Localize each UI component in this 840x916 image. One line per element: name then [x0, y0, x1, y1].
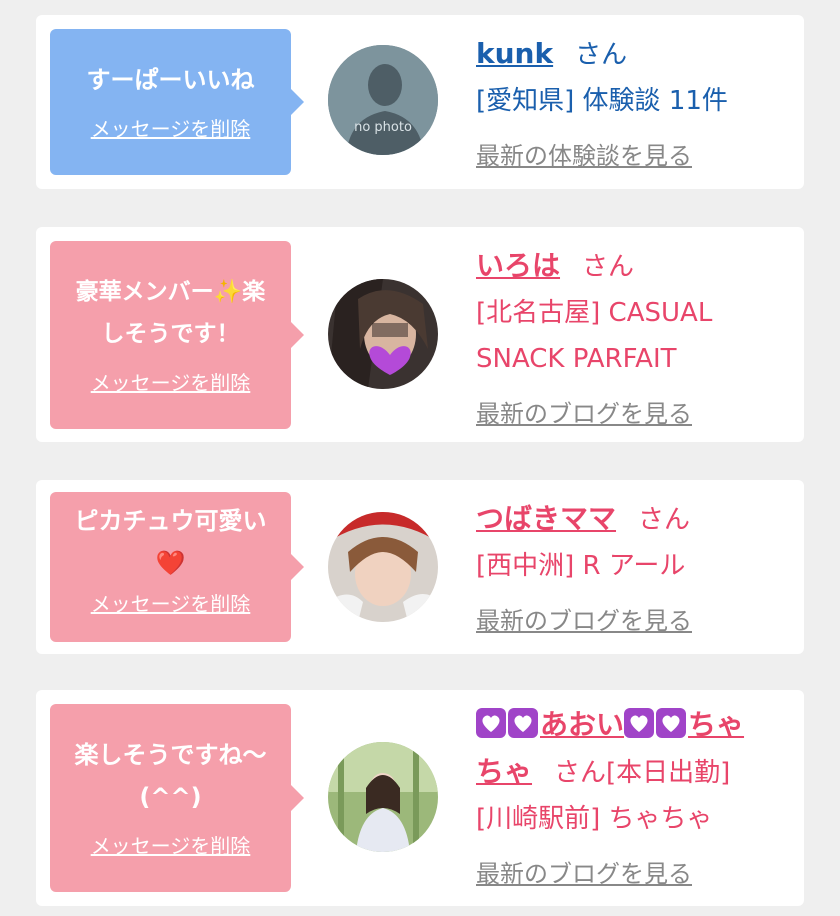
- latest-review-link[interactable]: 最新の体験談を見る: [476, 136, 692, 171]
- user-detail-line-1: [北名古屋] CASUAL: [476, 298, 713, 328]
- honorific: さん: [554, 758, 607, 788]
- message-bubble: すーぱーいいね メッセージを削除: [50, 29, 304, 175]
- latest-blog-link[interactable]: 最新のブログを見る: [476, 601, 692, 636]
- user-name-part-1: あおい: [540, 708, 625, 741]
- user-detail: [川崎駅前] ちゃちゃ: [476, 804, 713, 834]
- list-item: すーぱーいいね メッセージを削除 no photo kunk さん [愛知県] 体…: [36, 15, 804, 189]
- purple-heart-icon: [508, 708, 538, 738]
- profile-photo-icon: [328, 742, 438, 852]
- user-info: つばきママ さん [西中洲] R アール 最新のブログを見る: [476, 496, 790, 636]
- delete-message-link[interactable]: メッセージを削除: [91, 588, 251, 617]
- honorific: さん: [582, 252, 635, 282]
- delete-message-link[interactable]: メッセージを削除: [91, 367, 251, 396]
- delete-message-link[interactable]: メッセージを削除: [91, 830, 251, 859]
- bubble-message-line-1: 楽しそうですね〜: [74, 741, 267, 769]
- latest-blog-link[interactable]: 最新のブログを見る: [476, 394, 692, 429]
- message-list: すーぱーいいね メッセージを削除 no photo kunk さん [愛知県] 体…: [0, 0, 840, 916]
- user-detail: [愛知県] 体験談 11件: [476, 86, 728, 116]
- user-name-link[interactable]: kunk: [476, 37, 553, 70]
- profile-photo-icon: [328, 279, 438, 389]
- list-item: ピカチュウ可愛い ❤️ メッセージを削除 つばきママ さん [西中洲] R アール…: [36, 480, 804, 654]
- bubble-message-line-2: (^^): [139, 783, 202, 811]
- avatar[interactable]: [328, 512, 438, 622]
- user-name-link[interactable]: いろは: [476, 249, 560, 282]
- avatar[interactable]: [328, 742, 438, 852]
- message-bubble: ピカチュウ可愛い ❤️ メッセージを削除: [50, 492, 304, 642]
- list-item: 楽しそうですね〜 (^^) メッセージを削除 あおい ちゃ ちゃ さん[本日出勤]: [36, 690, 804, 906]
- bubble-message: すーぱーいいね: [86, 66, 255, 94]
- honorific: さん: [575, 40, 628, 70]
- user-detail-line-2: SNACK PARFAIT: [476, 344, 677, 374]
- user-info: いろは さん [北名古屋] CASUAL SNACK PARFAIT 最新のブログ…: [476, 243, 790, 429]
- no-photo-icon: no photo: [328, 45, 438, 155]
- message-bubble: 豪華メンバー✨楽 しそうです！ メッセージを削除: [50, 241, 304, 429]
- user-detail: [西中洲] R アール: [476, 551, 686, 581]
- avatar[interactable]: [328, 279, 438, 389]
- bubble-message-line-1: ピカチュウ可愛い: [74, 507, 267, 535]
- bubble-message-line-1: 豪華メンバー✨楽: [75, 279, 266, 305]
- list-item: 豪華メンバー✨楽 しそうです！ メッセージを削除 いろは さん [北名古屋] CA…: [36, 227, 804, 442]
- user-name-link-continued[interactable]: ちゃ: [476, 755, 532, 788]
- avatar-text: no photo: [354, 120, 412, 135]
- user-name-link[interactable]: つばきママ: [476, 502, 616, 535]
- work-status: [本日出勤]: [606, 758, 731, 788]
- latest-blog-link[interactable]: 最新のブログを見る: [476, 854, 692, 889]
- user-name-link[interactable]: あおい ちゃ: [476, 708, 744, 741]
- purple-heart-icon: [656, 708, 687, 738]
- delete-message-link[interactable]: メッセージを削除: [91, 113, 251, 142]
- message-bubble: 楽しそうですね〜 (^^) メッセージを削除: [50, 704, 304, 892]
- bubble-message-line-2: ❤️: [155, 549, 186, 577]
- bubble-message-line-2: しそうです！: [101, 321, 240, 347]
- honorific: さん: [638, 505, 691, 535]
- user-info: kunk さん [愛知県] 体験談 11件 最新の体験談を見る: [476, 31, 790, 171]
- purple-heart-icon: [624, 708, 655, 738]
- user-name-part-2: ちゃ: [688, 708, 745, 741]
- user-info: あおい ちゃ ちゃ さん[本日出勤] [川崎駅前] ちゃちゃ 最新のブログを見る: [476, 702, 790, 889]
- profile-photo-icon: [328, 512, 438, 622]
- purple-heart-icon: [476, 708, 506, 738]
- avatar[interactable]: no photo: [328, 45, 438, 155]
